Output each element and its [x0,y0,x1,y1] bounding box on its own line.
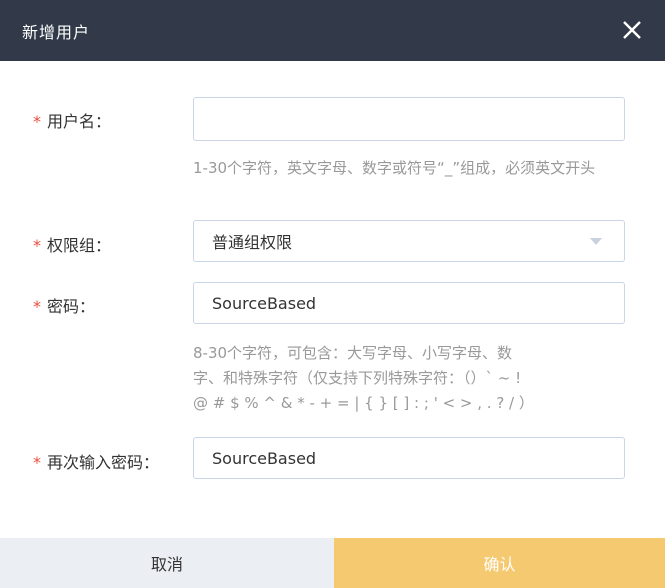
password-label: * 密码： [33,297,96,316]
group-select[interactable]: 普通组权限 [193,220,625,262]
required-mark: * [33,453,41,472]
password-hint-line: 8-30个字符，可包含：大写字母、小写字母、数 [193,344,513,362]
required-mark: * [33,297,41,316]
confirm-password-input[interactable]: SourceBased [193,437,625,479]
dialog-footer: 取消 确认 [0,538,665,588]
password-input[interactable]: SourceBased [193,282,625,324]
cancel-button[interactable]: 取消 [0,538,334,588]
confirm-button[interactable]: 确认 [334,538,665,588]
required-mark: * [33,236,41,255]
password-hint-line: @ # $ % ^ & * - + = | { } [ ] : ; ' < > … [193,394,534,412]
username-input[interactable] [193,97,625,141]
close-icon[interactable] [621,19,643,41]
password-value: SourceBased [212,293,317,313]
confirm-password-value: SourceBased [212,448,317,468]
group-label: * 权限组： [33,236,112,255]
required-mark: * [33,112,41,131]
password-hint: 8-30个字符，可包含：大写字母、小写字母、数 字、和特殊字符（仅支持下列特殊字… [193,341,623,416]
username-label: * 用户名： [33,112,112,131]
confirm-password-label: * 再次输入密码： [33,453,160,472]
dialog-header: 新增用户 [0,0,665,61]
group-select-value: 普通组权限 [212,233,293,252]
dialog-title: 新增用户 [22,22,91,42]
caret-down-icon [590,238,602,245]
username-hint: 1-30个字符，英文字母、数字或符号“_”组成，必须英文开头 [193,159,596,177]
password-hint-line: 字、和特殊字符（仅支持下列特殊字符：（）` ~ ! [193,369,522,387]
